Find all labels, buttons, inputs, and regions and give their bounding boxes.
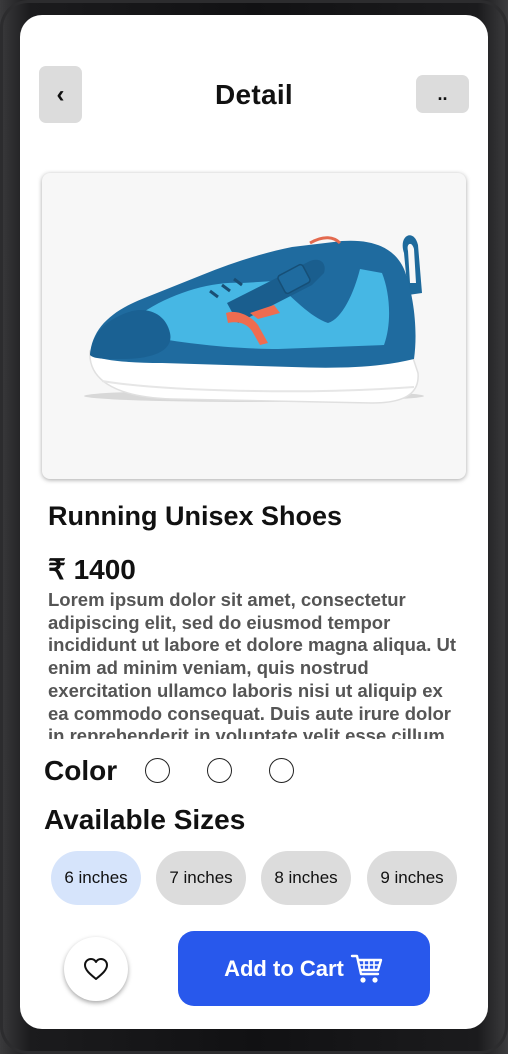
product-image	[42, 173, 466, 479]
size-option-6[interactable]: 6 inches	[51, 851, 141, 905]
color-label: Color	[44, 755, 118, 786]
heart-icon	[84, 958, 108, 980]
cart-icon	[350, 954, 383, 983]
app-screen: ‹ Detail .. Running Unisex Shoes ₹ 1400 …	[20, 15, 488, 1029]
available-sizes-label: Available Sizes	[44, 804, 246, 835]
shoe-illustration	[84, 235, 424, 404]
product-price: ₹ 1400	[48, 554, 136, 585]
color-swatch-2[interactable]	[207, 758, 232, 783]
color-swatch-3[interactable]	[269, 758, 294, 783]
size-option-8[interactable]: 8 inches	[261, 851, 351, 905]
more-options-button[interactable]: ..	[416, 75, 469, 113]
size-option-7[interactable]: 7 inches	[156, 851, 246, 905]
favorite-button[interactable]	[64, 937, 128, 1001]
product-description: Lorem ipsum dolor sit amet, consectetur …	[48, 589, 457, 739]
color-swatch-1[interactable]	[145, 758, 170, 783]
add-to-cart-button[interactable]: Add to Cart	[178, 931, 430, 1006]
add-to-cart-label: Add to Cart	[224, 955, 344, 981]
product-name: Running Unisex Shoes	[48, 501, 343, 531]
size-option-9[interactable]: 9 inches	[367, 851, 457, 905]
